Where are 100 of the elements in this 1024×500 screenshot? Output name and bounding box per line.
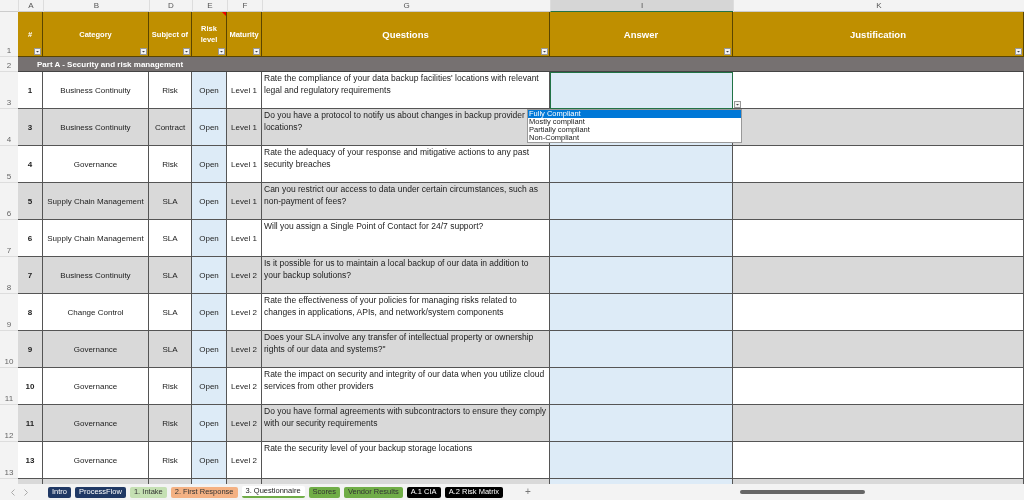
table-cell: 5 [18, 183, 43, 220]
table-cell: Open [192, 294, 227, 331]
table-cell: Open [192, 368, 227, 405]
table-cell: Risk [149, 72, 192, 109]
filter-dropdown-icon[interactable] [541, 48, 548, 55]
table-cell: Rate the effectiveness of your policies for managing risks related to changes in applications, APIs, and network/system components [262, 294, 550, 331]
table-cell: Level 2 [227, 331, 262, 368]
table-cell: Contract [149, 109, 192, 146]
table-cell: Open [192, 442, 227, 479]
table-cell: Does your SLA involve any transfer of intellectual property or ownership rights of our data and systems?" [262, 331, 550, 368]
answer-cell[interactable] [550, 368, 733, 405]
answer-cell[interactable] [550, 183, 733, 220]
table-cell: Governance [43, 442, 149, 479]
column-title: Answer [622, 28, 660, 40]
table-cell: Open [192, 72, 227, 109]
answer-cell[interactable] [550, 331, 733, 368]
table-cell: SLA [149, 183, 192, 220]
table-cell: 8 [18, 294, 43, 331]
table-cell: Level 1 [227, 220, 262, 257]
table-cell: Risk [149, 442, 192, 479]
table-cell: Governance [43, 405, 149, 442]
table-cell: Level 1 [227, 109, 262, 146]
table-cell: Rate the adequacy of your response and mitigative actions to any past security breaches [262, 146, 550, 183]
table-cell: Open [192, 405, 227, 442]
table-cell: Risk [149, 146, 192, 183]
table-cell: Rate the compliance of your data backup facilities' locations with relevant legal and regulatory requirements [262, 72, 550, 109]
table-cell: 6 [18, 220, 43, 257]
table-cell: Can you restrict our access to data under certain circumstances, such as non-payment of fees? [262, 183, 550, 220]
table-cell: Do you have formal agreements with subcontractors to ensure they comply with our security requirements [262, 405, 550, 442]
table-cell: Open [192, 331, 227, 368]
sort-filter-icon[interactable] [34, 48, 41, 55]
row-number: 11 [0, 368, 18, 405]
row-number: 8 [0, 257, 18, 294]
horizontal-scrollbar[interactable] [739, 490, 865, 494]
row-number: 1 [0, 12, 18, 57]
filter-dropdown-icon[interactable] [218, 48, 225, 55]
answer-cell[interactable] [550, 146, 733, 183]
scroll-left-icon[interactable] [11, 488, 15, 496]
filter-dropdown-icon[interactable] [140, 48, 147, 55]
table-cell: Will you assign a Single Point of Contact for 24/7 support? [262, 220, 550, 257]
table-cell: Level 2 [227, 442, 262, 479]
row-number: 10 [0, 331, 18, 368]
table-cell: Risk [149, 368, 192, 405]
table-cell: 13 [18, 442, 43, 479]
table-cell: 7 [18, 257, 43, 294]
dropdown-arrow-icon[interactable] [734, 101, 741, 108]
table-cell: Open [192, 220, 227, 257]
table-cell: Open [192, 183, 227, 220]
answer-cell[interactable] [550, 442, 733, 479]
filter-dropdown-icon[interactable] [724, 48, 731, 55]
row-number: 9 [0, 294, 18, 331]
table-cell: Level 1 [227, 72, 262, 109]
answer-cell[interactable] [550, 220, 733, 257]
table-cell: Change Control [43, 294, 149, 331]
table-cell: Level 2 [227, 257, 262, 294]
filter-dropdown-icon[interactable] [1015, 48, 1022, 55]
row-number: 12 [0, 405, 18, 442]
table-cell: Business Continuity [43, 257, 149, 294]
table-cell: Rate the impact on security and integrity of our data when you utilize cloud services from other providers [262, 368, 550, 405]
add-sheet-button[interactable]: + [519, 487, 537, 497]
table-cell: Business Continuity [43, 72, 149, 109]
table-cell: 9 [18, 331, 43, 368]
row-number: 3 [0, 72, 18, 109]
table-cell: 11 [18, 405, 43, 442]
table-cell: Governance [43, 368, 149, 405]
column-title: Justification [849, 28, 907, 40]
table-cell: Rate the security level of your backup storage locations [262, 442, 550, 479]
answer-cell[interactable] [550, 405, 733, 442]
filter-dropdown-icon[interactable] [253, 48, 260, 55]
table-cell: Governance [43, 331, 149, 368]
table-cell: Level 2 [227, 405, 262, 442]
scroll-right-icon[interactable] [24, 488, 28, 496]
table-cell: 4 [18, 146, 43, 183]
table-cell: SLA [149, 220, 192, 257]
answer-cell[interactable] [550, 257, 733, 294]
table-cell: Supply Chain Management [43, 183, 149, 220]
answer-cell[interactable] [550, 294, 733, 331]
column-header[interactable]: I [550, 0, 733, 12]
row-number: 6 [0, 183, 18, 220]
table-cell: Is it possible for us to maintain a local backup of our data in addition to your backup solutions? [262, 257, 550, 294]
table-cell: SLA [149, 331, 192, 368]
table-cell: Level 2 [227, 368, 262, 405]
table-cell: 1 [18, 72, 43, 109]
row-number: 7 [0, 220, 18, 257]
table-cell: Level 1 [227, 183, 262, 220]
table-cell: Open [192, 146, 227, 183]
row-number: 2 [0, 57, 18, 72]
table-cell: 10 [18, 368, 43, 405]
row-number: 5 [0, 146, 18, 183]
column-title: Questions [381, 28, 430, 40]
table-cell: Governance [43, 146, 149, 183]
table-cell: SLA [149, 257, 192, 294]
row-number: 13 [0, 442, 18, 479]
row-number: 4 [0, 109, 18, 146]
table-cell: SLA [149, 294, 192, 331]
table-cell: Open [192, 257, 227, 294]
table-cell: Risk [149, 405, 192, 442]
table-cell: 3 [18, 109, 43, 146]
filter-dropdown-icon[interactable] [183, 48, 190, 55]
table-cell: Level 2 [227, 294, 262, 331]
